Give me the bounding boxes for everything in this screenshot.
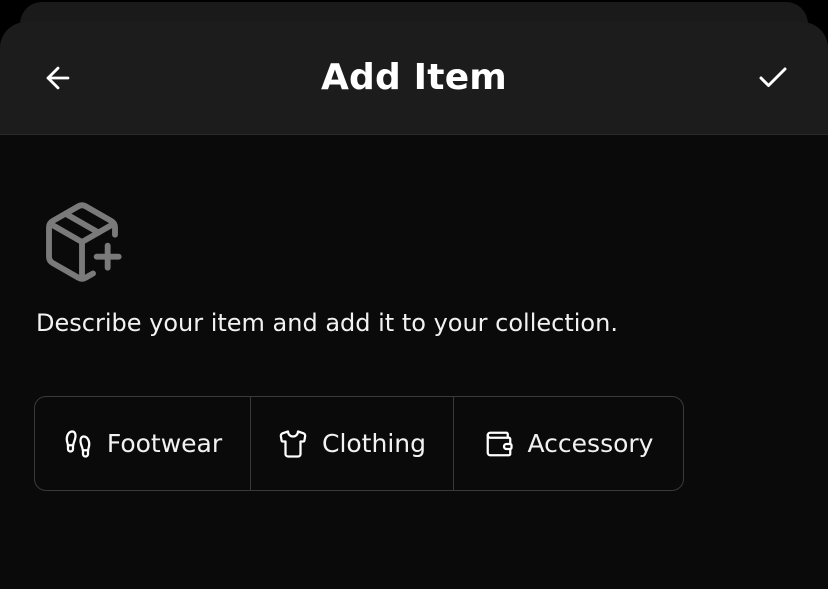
category-option-footwear[interactable]: Footwear [35,397,250,490]
category-option-label: Footwear [106,428,223,458]
wallet-icon [486,431,513,456]
check-icon [759,67,787,87]
footprints-icon [65,429,91,458]
category-option-clothing[interactable]: Clothing [250,397,453,490]
category-option-label: Clothing [321,428,426,458]
category-selector: Footwear Clothing Accessory [34,396,684,491]
page-title: Add Item [320,57,508,98]
sheet-header: Add Item [0,22,828,135]
category-option-label: Accessory [527,428,654,458]
category-option-accessory[interactable]: Accessory [453,397,683,490]
shirt-icon [279,429,307,458]
screen: Add Item Describe your item and add it t… [0,0,828,589]
package-plus-icon [46,202,122,282]
confirm-button[interactable] [746,52,800,104]
add-item-sheet: Add Item Describe your item and add it t… [0,22,828,589]
description-text: Describe your item and add it to your co… [36,309,618,337]
